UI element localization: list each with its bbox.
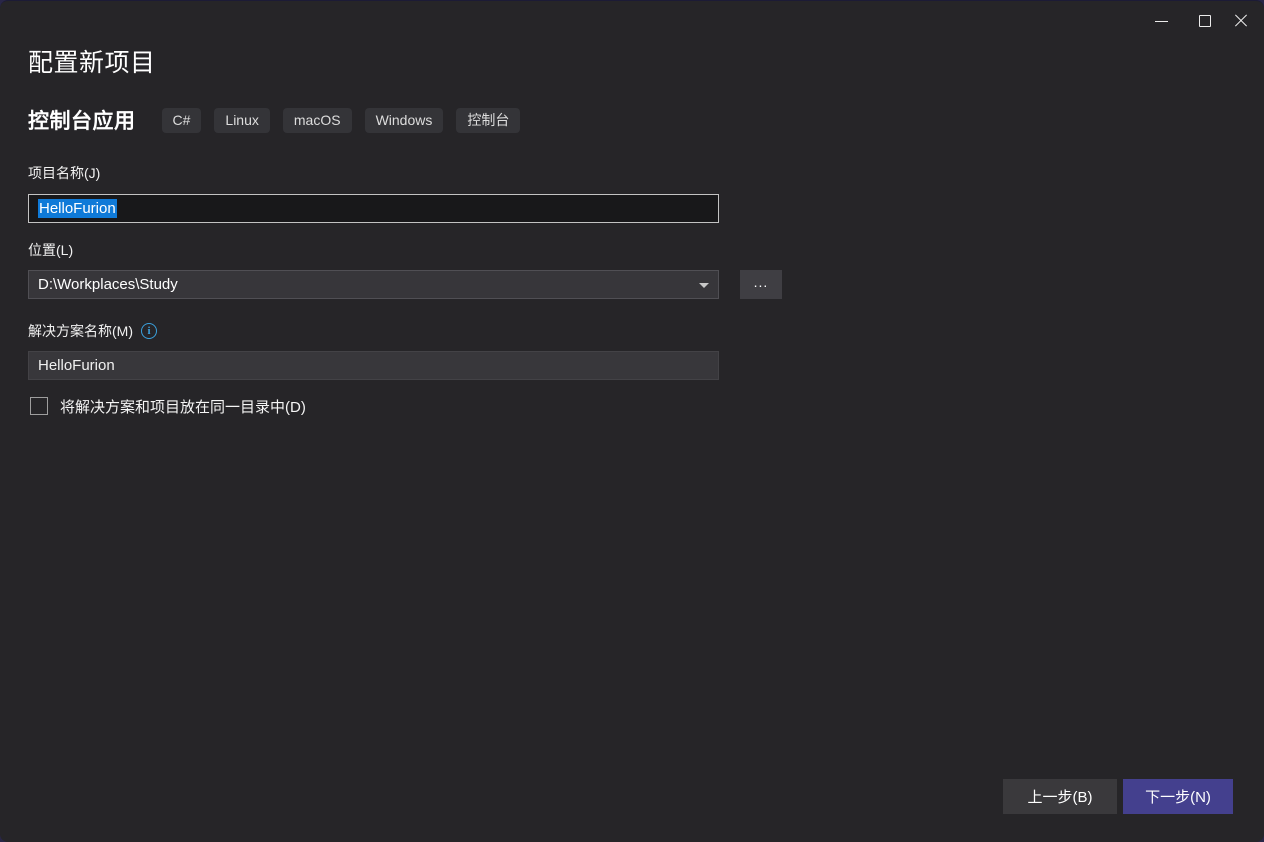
location-combobox[interactable]: D:\Workplaces\Study bbox=[28, 270, 719, 299]
minimize-button[interactable] bbox=[1146, 7, 1176, 35]
template-row: 控制台应用 C# Linux macOS Windows 控制台 bbox=[28, 105, 533, 135]
minimize-icon bbox=[1155, 21, 1168, 22]
solution-name-value: HelloFurion bbox=[38, 357, 115, 374]
solution-name-label: 解决方案名称(M) i bbox=[28, 321, 157, 341]
project-name-input[interactable]: HelloFurion bbox=[28, 194, 719, 223]
tag-csharp: C# bbox=[162, 108, 202, 133]
info-icon[interactable]: i bbox=[141, 323, 157, 339]
back-button[interactable]: 上一步(B) bbox=[1003, 779, 1117, 814]
maximize-button[interactable] bbox=[1190, 7, 1220, 35]
template-name: 控制台应用 bbox=[28, 105, 136, 135]
solution-name-label-text: 解决方案名称(M) bbox=[28, 321, 133, 341]
close-icon bbox=[1234, 14, 1248, 28]
titlebar[interactable] bbox=[0, 1, 1264, 41]
same-directory-checkbox[interactable] bbox=[30, 397, 48, 415]
chevron-down-icon bbox=[699, 283, 709, 288]
project-name-selected-text: HelloFurion bbox=[38, 199, 117, 218]
location-label: 位置(L) bbox=[28, 240, 73, 260]
location-value: D:\Workplaces\Study bbox=[38, 276, 178, 293]
same-directory-label: 将解决方案和项目放在同一目录中(D) bbox=[60, 396, 306, 417]
same-directory-checkbox-row[interactable]: 将解决方案和项目放在同一目录中(D) bbox=[30, 396, 306, 416]
close-button[interactable] bbox=[1226, 7, 1256, 35]
project-name-label: 项目名称(J) bbox=[28, 163, 100, 183]
configure-project-dialog: 配置新项目 控制台应用 C# Linux macOS Windows 控制台 项… bbox=[0, 0, 1264, 842]
page-title: 配置新项目 bbox=[28, 43, 156, 79]
tag-console: 控制台 bbox=[456, 108, 520, 133]
tag-windows: Windows bbox=[365, 108, 444, 133]
tag-macos: macOS bbox=[283, 108, 352, 133]
next-button[interactable]: 下一步(N) bbox=[1123, 779, 1233, 814]
tag-linux: Linux bbox=[214, 108, 269, 133]
maximize-icon bbox=[1199, 15, 1211, 27]
browse-button[interactable]: ... bbox=[740, 270, 782, 299]
solution-name-input[interactable]: HelloFurion bbox=[28, 351, 719, 380]
